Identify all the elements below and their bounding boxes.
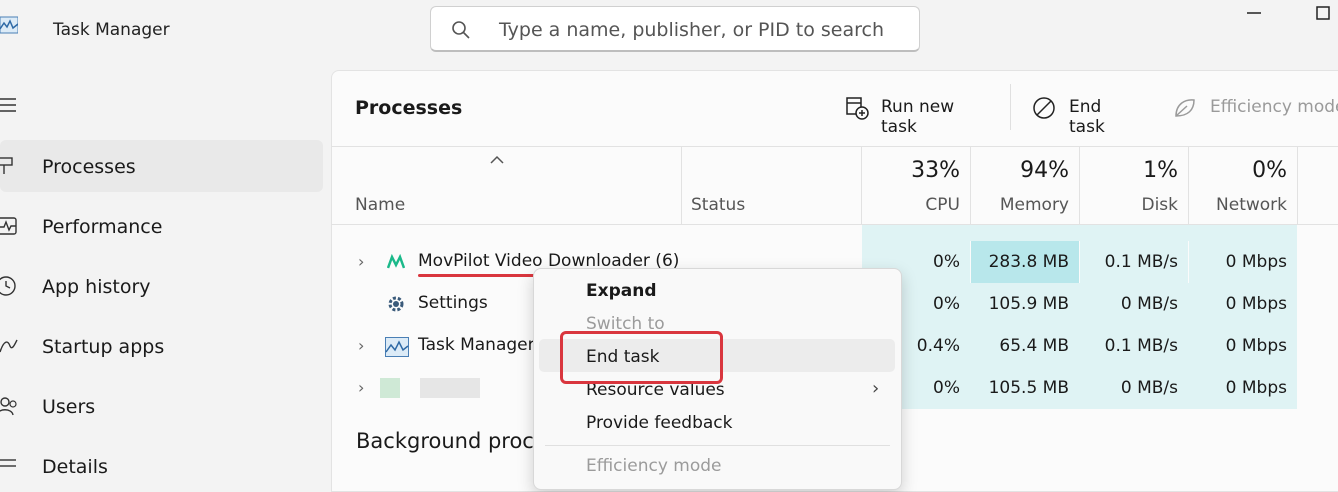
menu-item-expand[interactable]: Expand (586, 281, 657, 301)
menu-item-provide-feedback[interactable]: Provide feedback (586, 413, 733, 433)
end-task-button[interactable]: End task (1032, 92, 1142, 137)
column-header-disk[interactable]: Disk (1080, 195, 1178, 215)
details-icon (0, 459, 16, 467)
blurred-process-name (420, 378, 480, 398)
efficiency-mode-label: Efficiency mode (1210, 97, 1338, 117)
disk-value: 0.1 MB/s (1104, 252, 1178, 272)
sort-ascending-icon (490, 155, 504, 164)
memory-total-percent: 94% (1020, 158, 1069, 183)
disk-value: 0.1 MB/s (1104, 336, 1178, 356)
toolbar-divider (1010, 84, 1011, 130)
hamburger-menu-icon[interactable] (0, 96, 18, 114)
users-icon (0, 397, 17, 416)
blurred-app-icon (380, 378, 400, 398)
run-new-task-label: Run new task (881, 97, 955, 137)
section-heading-background-processes: Background proc (356, 429, 534, 453)
column-header-memory[interactable]: Memory (971, 195, 1069, 215)
expand-chevron-icon[interactable]: › (358, 252, 364, 271)
minimize-button[interactable] (1247, 6, 1261, 20)
movpilot-app-icon (387, 253, 405, 269)
sidebar-item-users[interactable]: Users (0, 380, 323, 432)
network-value: 0 Mbps (1225, 294, 1287, 314)
process-name: Settings (418, 293, 488, 313)
header-top-border (331, 146, 1338, 147)
app-title: Task Manager (53, 20, 170, 40)
submenu-chevron-icon: › (872, 378, 880, 399)
efficiency-mode-button[interactable]: Efficiency mode (1173, 92, 1338, 124)
column-header-cpu[interactable]: CPU (862, 195, 960, 215)
expand-chevron-icon[interactable]: › (358, 378, 364, 397)
disk-value: 0 MB/s (1120, 378, 1178, 398)
network-total-percent: 0% (1252, 158, 1287, 183)
column-separator (681, 147, 682, 225)
task-manager-row-icon (385, 337, 409, 357)
expand-chevron-icon[interactable]: › (358, 336, 364, 355)
performance-icon (0, 217, 17, 235)
sidebar-item-label: Performance (42, 216, 163, 238)
sidebar-item-app-history[interactable]: App history (0, 260, 323, 312)
menu-divider (545, 445, 890, 446)
sidebar-item-label: Users (42, 396, 96, 418)
end-task-label: End task (1069, 97, 1105, 137)
cpu-total-percent: 33% (911, 158, 960, 183)
column-header-network[interactable]: Network (1189, 195, 1287, 215)
sidebar-item-performance[interactable]: Performance (0, 200, 323, 252)
startup-apps-icon (0, 339, 18, 353)
scrolled-row-partial (862, 225, 1297, 241)
app-history-icon (0, 276, 16, 296)
disk-total-percent: 1% (1143, 158, 1178, 183)
end-task-icon (1033, 97, 1055, 119)
search-placeholder: Type a name, publisher, or PID to search (499, 19, 885, 41)
search-icon (452, 21, 470, 39)
column-header-name[interactable]: Name (355, 195, 405, 215)
page-title: Processes (355, 97, 463, 119)
run-new-task-icon (846, 97, 869, 120)
network-value: 0 Mbps (1225, 336, 1287, 356)
menu-item-efficiency-mode[interactable]: Efficiency mode (586, 456, 722, 476)
column-header-status[interactable]: Status (691, 195, 745, 215)
processes-icon (0, 157, 13, 174)
network-value: 0 Mbps (1225, 252, 1287, 272)
network-value: 0 Mbps (1225, 378, 1287, 398)
memory-value: 65.4 MB (999, 336, 1069, 356)
memory-value: 105.9 MB (988, 294, 1069, 314)
sidebar-item-startup-apps[interactable]: Startup apps (0, 320, 323, 372)
memory-value: 105.5 MB (988, 378, 1069, 398)
sidebar-item-label: Startup apps (42, 336, 165, 358)
red-highlight-box (560, 331, 723, 384)
process-name: Task Manager (418, 335, 535, 355)
sidebar-item-details[interactable]: Details (0, 440, 323, 492)
leaf-icon (1175, 99, 1195, 117)
task-manager-app-icon (0, 16, 18, 34)
memory-value: 283.8 MB (988, 252, 1069, 272)
column-separator (1297, 147, 1298, 225)
settings-gear-icon (388, 296, 404, 312)
run-new-task-button[interactable]: Run new task (845, 92, 995, 137)
disk-value: 0 MB/s (1120, 294, 1178, 314)
sidebar-item-label: App history (42, 276, 151, 298)
search-box[interactable]: Type a name, publisher, or PID to search (430, 6, 920, 52)
sidebar-item-processes[interactable]: Processes (0, 140, 323, 192)
sidebar-item-label: Processes (42, 156, 136, 178)
maximize-button[interactable] (1316, 6, 1330, 20)
